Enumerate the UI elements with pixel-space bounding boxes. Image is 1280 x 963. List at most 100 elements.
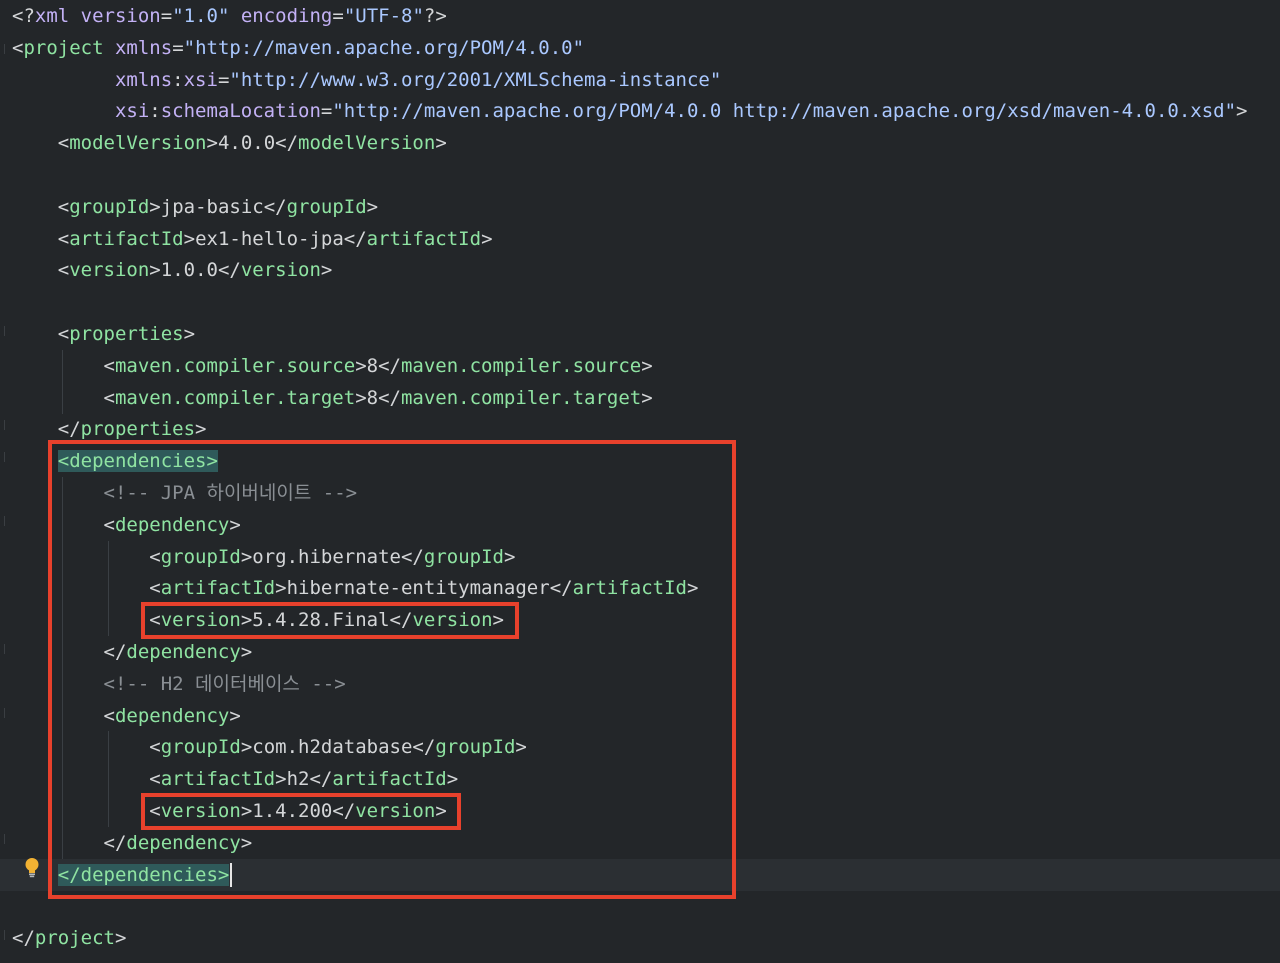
code-token: xml	[34, 5, 70, 27]
code-token: <	[103, 386, 115, 409]
code-token: </	[275, 132, 299, 155]
code-text: <project xmlns="http://maven.apache.org/…	[12, 32, 584, 64]
code-line[interactable]	[0, 286, 1280, 318]
code-token: maven.compiler.source	[400, 354, 642, 377]
code-line[interactable]: <?xml version="1.0" encoding="UTF-8"?>	[0, 0, 1280, 32]
code-token: version	[240, 259, 321, 282]
code-text: </project>	[12, 922, 126, 954]
code-text: <?xml version="1.0" encoding="UTF-8"?>	[12, 0, 447, 32]
code-token: </	[378, 386, 401, 409]
code-line[interactable]	[0, 159, 1280, 191]
code-token: groupId	[286, 195, 367, 218]
code-token: maven.compiler.target	[114, 386, 356, 409]
code-token: ex1-hello-jpa	[195, 227, 344, 250]
code-text: <maven.compiler.source>8</maven.compiler…	[12, 350, 653, 382]
code-token: ?>	[423, 5, 447, 27]
code-token: >	[1236, 100, 1248, 123]
code-token: =	[172, 36, 184, 59]
code-token: >	[481, 227, 493, 250]
highlight-box-dependencies	[48, 440, 736, 899]
code-token: groupId	[69, 195, 150, 218]
code-token: xsi	[183, 68, 218, 91]
code-token: modelVersion	[298, 132, 436, 155]
code-token: 1.0.0	[160, 259, 218, 282]
code-line[interactable]: <maven.compiler.source>8</maven.compiler…	[0, 349, 1280, 382]
code-token: </	[343, 227, 367, 250]
code-token: :	[149, 100, 161, 123]
code-line[interactable]: xmlns:xsi="http://www.w3.org/2001/XMLSch…	[0, 64, 1280, 96]
code-token: 4.0.0	[217, 132, 276, 155]
code-token: </	[263, 195, 287, 218]
code-line[interactable]: <modelVersion>4.0.0</modelVersion>	[0, 127, 1280, 159]
code-token: >	[355, 354, 367, 377]
code-token: >	[149, 259, 161, 282]
code-token: >	[195, 418, 207, 441]
code-token: >	[206, 132, 218, 155]
code-token: version	[69, 259, 150, 282]
code-line[interactable]: xsi:schemaLocation="http://maven.apache.…	[0, 95, 1280, 127]
code-token: <	[103, 354, 115, 377]
highlight-box-hibernate-version	[141, 602, 519, 639]
code-token: >	[366, 195, 379, 218]
code-token: <	[57, 132, 70, 155]
code-token: >	[149, 195, 161, 218]
code-text: <groupId>jpa-basic</groupId>	[12, 191, 378, 223]
code-line[interactable]: </project>	[0, 922, 1280, 954]
code-line[interactable]: <maven.compiler.target>8</maven.compiler…	[0, 381, 1280, 414]
code-text: xmlns:xsi="http://www.w3.org/2001/XMLSch…	[12, 64, 721, 96]
code-token: "http://maven.apache.org/POM/4.0.0"	[183, 36, 585, 59]
code-line[interactable]: <properties>	[0, 318, 1280, 350]
code-text: <modelVersion>4.0.0</modelVersion>	[12, 127, 447, 159]
code-token: "UTF-8"	[343, 5, 424, 27]
code-line[interactable]: <groupId>jpa-basic</groupId>	[0, 191, 1280, 223]
code-token: >	[355, 386, 367, 409]
code-line[interactable]: <project xmlns="http://maven.apache.org/…	[0, 32, 1280, 64]
code-token: <	[57, 323, 70, 345]
code-token: >	[114, 927, 127, 950]
code-token: project	[23, 36, 104, 59]
code-token: artifactId	[366, 227, 482, 250]
code-token: maven.compiler.source	[114, 354, 356, 377]
code-token: project	[34, 927, 115, 950]
code-text: <maven.compiler.target>8</maven.compiler…	[12, 382, 653, 414]
code-token: 8	[366, 386, 379, 409]
code-token: modelVersion	[69, 132, 207, 155]
lightbulb-icon[interactable]	[24, 857, 40, 879]
code-token: :	[172, 68, 184, 91]
code-token: =	[217, 68, 230, 91]
code-token: </	[378, 354, 401, 377]
code-token: >	[320, 259, 333, 282]
highlight-box-h2-version	[141, 793, 461, 830]
code-token: "http://maven.apache.org/POM/4.0.0 http:…	[332, 100, 1237, 123]
code-token: <?	[12, 5, 35, 27]
code-line[interactable]: <version>1.0.0</version>	[0, 254, 1280, 286]
code-token: >	[641, 386, 653, 409]
code-token: >	[183, 323, 196, 345]
code-token: "http://www.w3.org/2001/XMLSchema-instan…	[229, 68, 722, 91]
code-token: =	[160, 5, 173, 27]
code-line[interactable]: <artifactId>ex1-hello-jpa</artifactId>	[0, 223, 1280, 255]
code-token: "1.0"	[172, 5, 230, 27]
code-token: encoding	[240, 5, 333, 27]
code-editor[interactable]: <?xml version="1.0" encoding="UTF-8"?> <p…	[0, 0, 1280, 963]
code-token: <	[57, 195, 70, 218]
code-token: =	[320, 100, 333, 123]
code-token: </	[12, 927, 35, 950]
code-token: </	[217, 259, 241, 282]
code-token: properties	[69, 323, 184, 345]
code-token: xmlns	[114, 68, 173, 91]
code-token: <	[12, 36, 24, 59]
